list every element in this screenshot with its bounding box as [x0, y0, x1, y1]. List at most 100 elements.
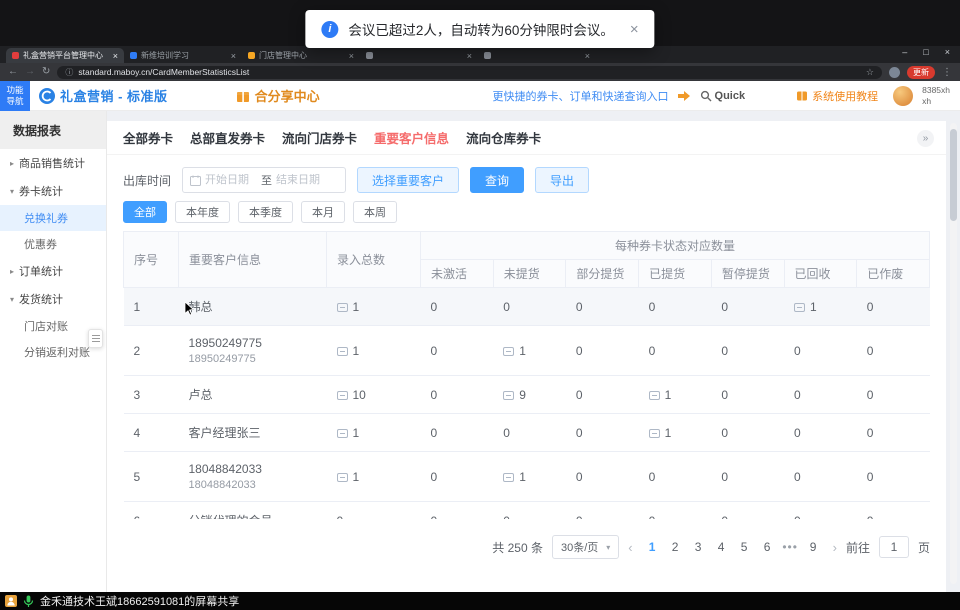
table-row[interactable]: 1韩总10000010 [124, 288, 930, 326]
sidebar-sub-item[interactable]: 兑换礼券 [0, 205, 106, 231]
status-count-cell[interactable]: 1 [493, 326, 566, 376]
total-count-cell[interactable]: 1 [327, 414, 421, 452]
table-row[interactable]: 2189502497751895024977510100000 [124, 326, 930, 376]
status-count-cell[interactable]: 1 [639, 414, 712, 452]
content-tab[interactable]: 全部券卡 [123, 128, 173, 147]
status-count-cell[interactable]: 1 [784, 288, 857, 326]
prev-page-icon[interactable]: ‹ [628, 540, 632, 555]
quick-range-chip[interactable]: 本年度 [175, 201, 230, 223]
menu-kebab-icon[interactable]: ⋮ [942, 67, 952, 78]
gift-icon [236, 89, 250, 103]
profile-avatar[interactable] [889, 67, 900, 78]
chevron-double-right-icon[interactable]: » [917, 130, 934, 147]
tab-close-icon[interactable]: × [585, 51, 590, 61]
forward-icon[interactable]: → [25, 67, 35, 77]
browser-tab[interactable]: × [478, 48, 596, 63]
browser-tab[interactable]: 礼盒营销平台管理中心× [6, 48, 124, 63]
scrollbar[interactable] [950, 123, 957, 584]
total-count-cell[interactable]: 10 [327, 376, 421, 414]
page-number[interactable]: 1 [642, 540, 663, 554]
browser-tab[interactable]: 门店管理中心 × [242, 48, 360, 63]
sidebar-group-item[interactable]: ▸订单统计 [0, 257, 106, 285]
page-number[interactable]: 5 [734, 540, 755, 554]
export-button[interactable]: 导出 [535, 167, 589, 193]
quick-range-chip[interactable]: 本月 [301, 201, 345, 223]
search-button[interactable]: 查询 [470, 167, 524, 193]
content-tab[interactable]: 总部直发券卡 [190, 128, 265, 147]
tab-title: 门店管理中心 [259, 50, 345, 61]
date-range-picker[interactable]: 至 [182, 167, 346, 193]
refresh-icon[interactable]: ↻ [42, 67, 50, 77]
sidebar-toggle[interactable] [88, 329, 103, 348]
share-center-link[interactable]: 合分享中心 [236, 86, 320, 105]
page-number[interactable]: 6 [757, 540, 778, 554]
tutorial-link[interactable]: 系统使用教程 [796, 88, 878, 104]
sidebar-group-item[interactable]: ▾发货统计 [0, 285, 106, 313]
mic-icon [23, 595, 34, 608]
total-count-cell: 0 [327, 502, 421, 520]
table-row[interactable]: 6分销代理的会员00000000 [124, 502, 930, 520]
nav-box-button[interactable]: 功能导航 [0, 81, 30, 111]
status-column-header: 已回收 [784, 260, 857, 288]
end-date-input[interactable] [276, 174, 328, 186]
content-tab[interactable]: 流向仓库券卡 [466, 128, 541, 147]
browser-tab[interactable]: 新维培训学习× [124, 48, 242, 63]
content-tab[interactable]: 流向门店券卡 [282, 128, 357, 147]
tab-close-icon[interactable]: × [467, 51, 472, 61]
quick-search-button[interactable]: Quick [700, 90, 746, 102]
status-count-value: 0 [867, 344, 874, 358]
start-date-input[interactable] [205, 174, 257, 186]
back-icon[interactable]: ← [8, 67, 18, 77]
minimize-icon[interactable]: – [902, 48, 907, 57]
goto-page-input[interactable] [879, 536, 909, 558]
customer-cell: 客户经理张三 [179, 414, 327, 452]
maximize-icon[interactable]: □ [923, 48, 928, 57]
sidebar-item-label: 券卡统计 [19, 183, 63, 199]
sidebar-group-item[interactable]: ▸商品销售统计 [0, 149, 106, 177]
update-button[interactable]: 更新 [907, 66, 935, 79]
bookmark-star-icon[interactable]: ☆ [866, 67, 874, 78]
table-row[interactable]: 4客户经理张三10001000 [124, 414, 930, 452]
status-count-cell[interactable]: 9 [493, 376, 566, 414]
goto-label: 前往 [846, 539, 870, 556]
chevron-icon: ▸ [10, 267, 14, 276]
status-count-cell: 0 [857, 502, 930, 520]
select-customer-button[interactable]: 选择重要客户 [357, 167, 459, 193]
sidebar-group-item[interactable]: ▾券卡统计 [0, 177, 106, 205]
tab-favicon-icon [12, 52, 19, 59]
total-count-cell[interactable]: 1 [327, 452, 421, 502]
status-count-cell: 0 [566, 288, 639, 326]
scrollbar-thumb[interactable] [950, 129, 957, 221]
tab-close-icon[interactable]: × [231, 51, 236, 61]
quick-range-chip[interactable]: 本季度 [238, 201, 293, 223]
quick-range-chip[interactable]: 本周 [353, 201, 397, 223]
page-number[interactable]: 9 [803, 540, 824, 554]
total-count-cell[interactable]: 1 [327, 326, 421, 376]
table-row[interactable]: 5180488420331804884203310100000 [124, 452, 930, 502]
tab-favicon-icon [366, 52, 373, 59]
status-count-cell[interactable]: 1 [639, 376, 712, 414]
page-size-select[interactable]: 30条/页 ▾ [552, 535, 619, 559]
sidebar-item-label: 商品销售统计 [19, 155, 85, 171]
content-tab[interactable]: 重要客户信息 [374, 128, 449, 147]
quick-range-chip[interactable]: 全部 [123, 201, 167, 223]
page-number[interactable]: 4 [711, 540, 732, 554]
customer-cell: 1895024977518950249775 [179, 326, 327, 376]
user-name[interactable]: 8385xh xh [922, 85, 950, 106]
tab-close-icon[interactable]: × [113, 51, 118, 61]
page-number[interactable]: 2 [665, 540, 686, 554]
status-count-cell[interactable]: 1 [493, 452, 566, 502]
user-avatar[interactable] [893, 86, 913, 106]
browser-tab[interactable]: × [360, 48, 478, 63]
total-count-cell[interactable]: 1 [327, 288, 421, 326]
site-info-icon[interactable]: ⓘ [65, 67, 73, 78]
status-count-cell: 0 [493, 414, 566, 452]
page-number[interactable]: 3 [688, 540, 709, 554]
url-bar[interactable]: ⓘ standard.maboy.cn/CardMemberStatistics… [57, 66, 882, 79]
tab-close-icon[interactable]: × [349, 51, 354, 61]
next-page-icon[interactable]: › [833, 540, 837, 555]
table-row[interactable]: 3卢总100901000 [124, 376, 930, 414]
close-window-icon[interactable]: × [945, 48, 950, 57]
close-icon[interactable]: × [630, 21, 639, 38]
sidebar-sub-item[interactable]: 优惠券 [0, 231, 106, 257]
